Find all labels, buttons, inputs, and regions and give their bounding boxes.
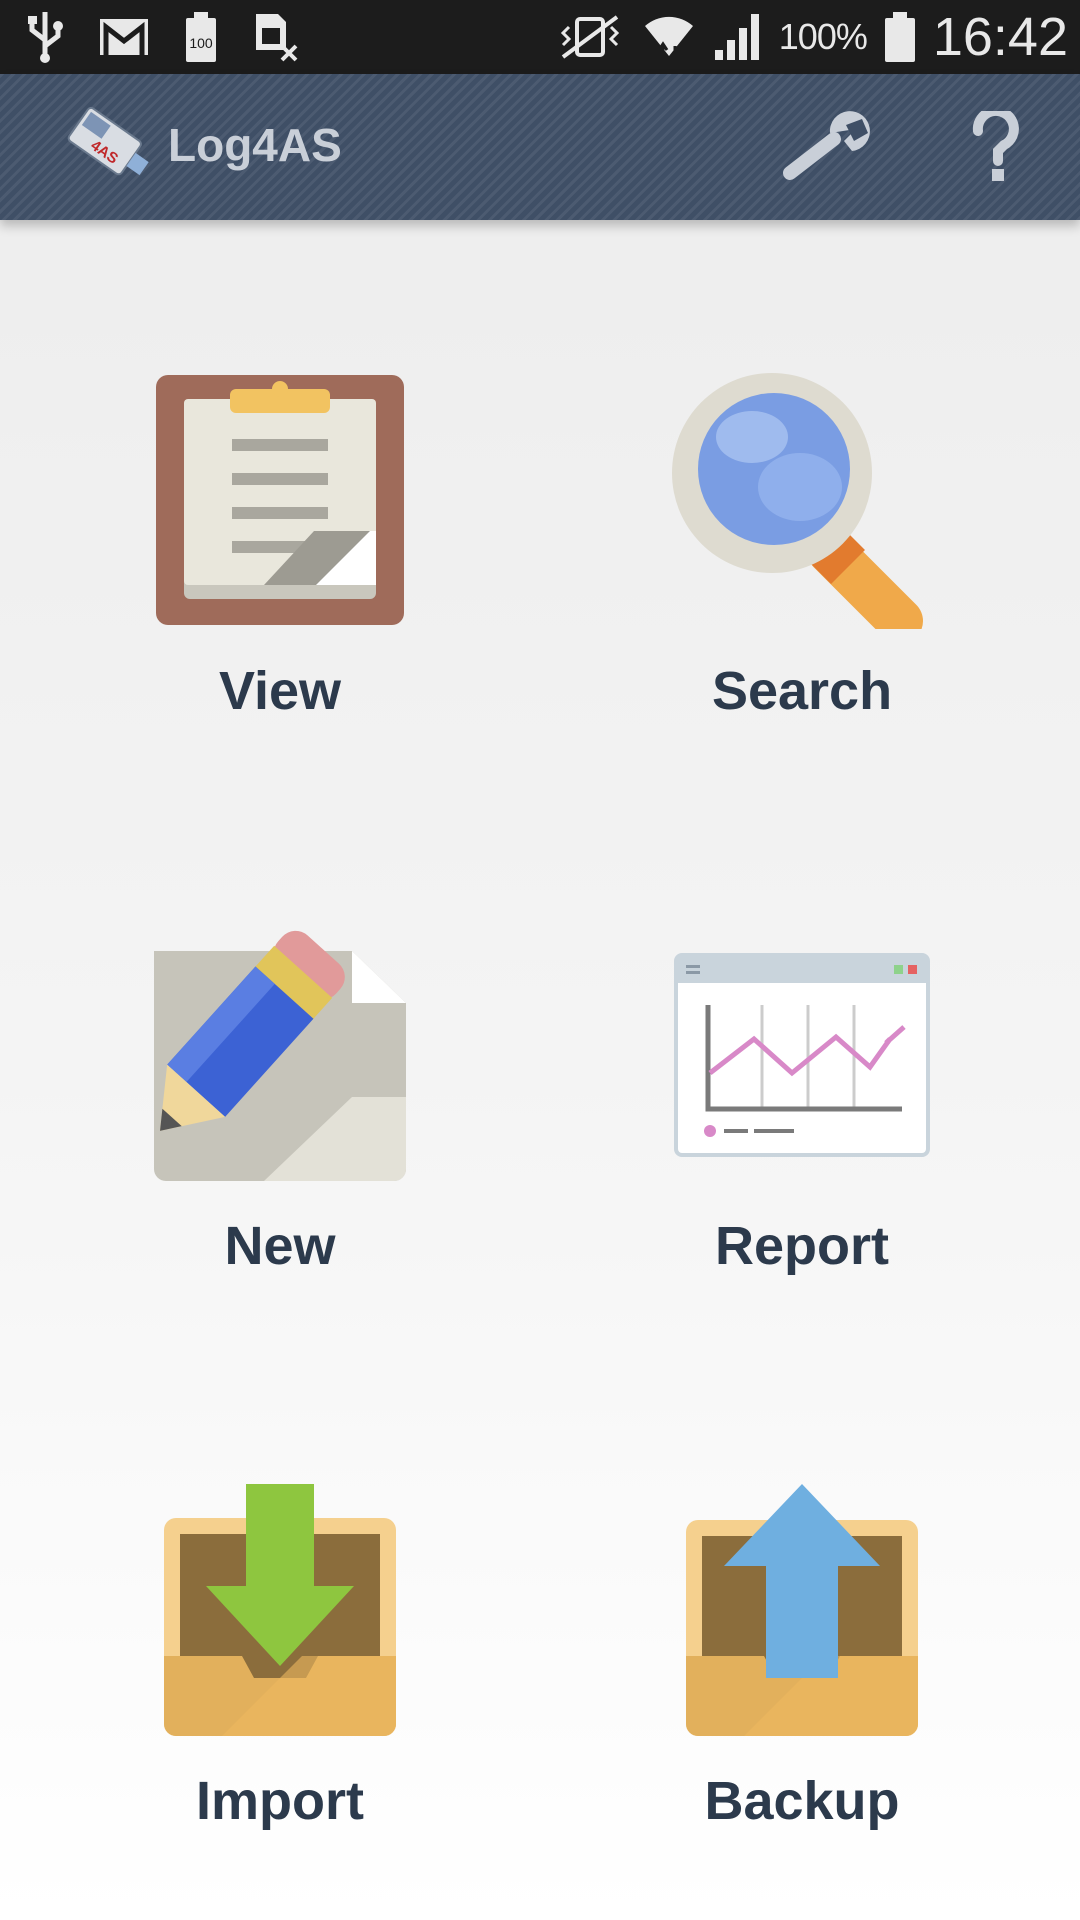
menu-item-report[interactable]: Report: [592, 905, 1012, 1305]
battery-percent: 100%: [778, 16, 868, 57]
signal-icon: [713, 12, 763, 62]
battery-100-icon: 100: [184, 10, 218, 64]
menu-item-search[interactable]: Search: [592, 350, 1012, 750]
menu-item-label: New: [224, 1216, 336, 1276]
pencil-icon: [130, 905, 430, 1205]
action-bar: 4AS Log4AS: [0, 74, 1080, 220]
help-button[interactable]: [948, 104, 1044, 194]
clock: 16:42: [932, 7, 1068, 67]
log4as-logo-icon: 4AS: [60, 102, 156, 192]
wrench-icon: [782, 110, 874, 188]
svg-text:100: 100: [189, 35, 213, 51]
tray-upload-icon: [652, 1460, 952, 1760]
magnifier-icon: [652, 350, 952, 650]
question-mark-icon: [970, 105, 1022, 188]
menu-item-label: Report: [715, 1216, 889, 1276]
vibrate-icon: [555, 13, 625, 61]
menu-item-label: Import: [196, 1771, 364, 1831]
settings-button[interactable]: [780, 104, 876, 194]
battery-icon: [883, 10, 917, 64]
sim-card-off-icon: [252, 10, 300, 64]
menu-item-new[interactable]: New: [70, 905, 490, 1305]
app-title: Log4AS: [168, 119, 342, 171]
menu-item-backup[interactable]: Backup: [592, 1460, 1012, 1860]
usb-icon: [26, 10, 64, 64]
clipboard-icon: [130, 350, 430, 650]
system-icons: 100% 16:42: [555, 7, 1068, 67]
menu-item-view[interactable]: View: [70, 350, 490, 750]
menu-item-label: View: [218, 661, 342, 721]
menu-item-label: Backup: [704, 1771, 900, 1831]
status-bar: 100 100% 16:42: [0, 0, 1080, 74]
menu-item-label: Search: [711, 661, 893, 721]
notification-icons: 100: [26, 8, 300, 66]
menu-item-import[interactable]: Import: [70, 1460, 490, 1860]
wifi-icon: [641, 10, 697, 64]
line-chart-icon: [652, 905, 952, 1205]
gmail-icon: [98, 17, 150, 57]
tray-download-icon: [130, 1460, 430, 1760]
